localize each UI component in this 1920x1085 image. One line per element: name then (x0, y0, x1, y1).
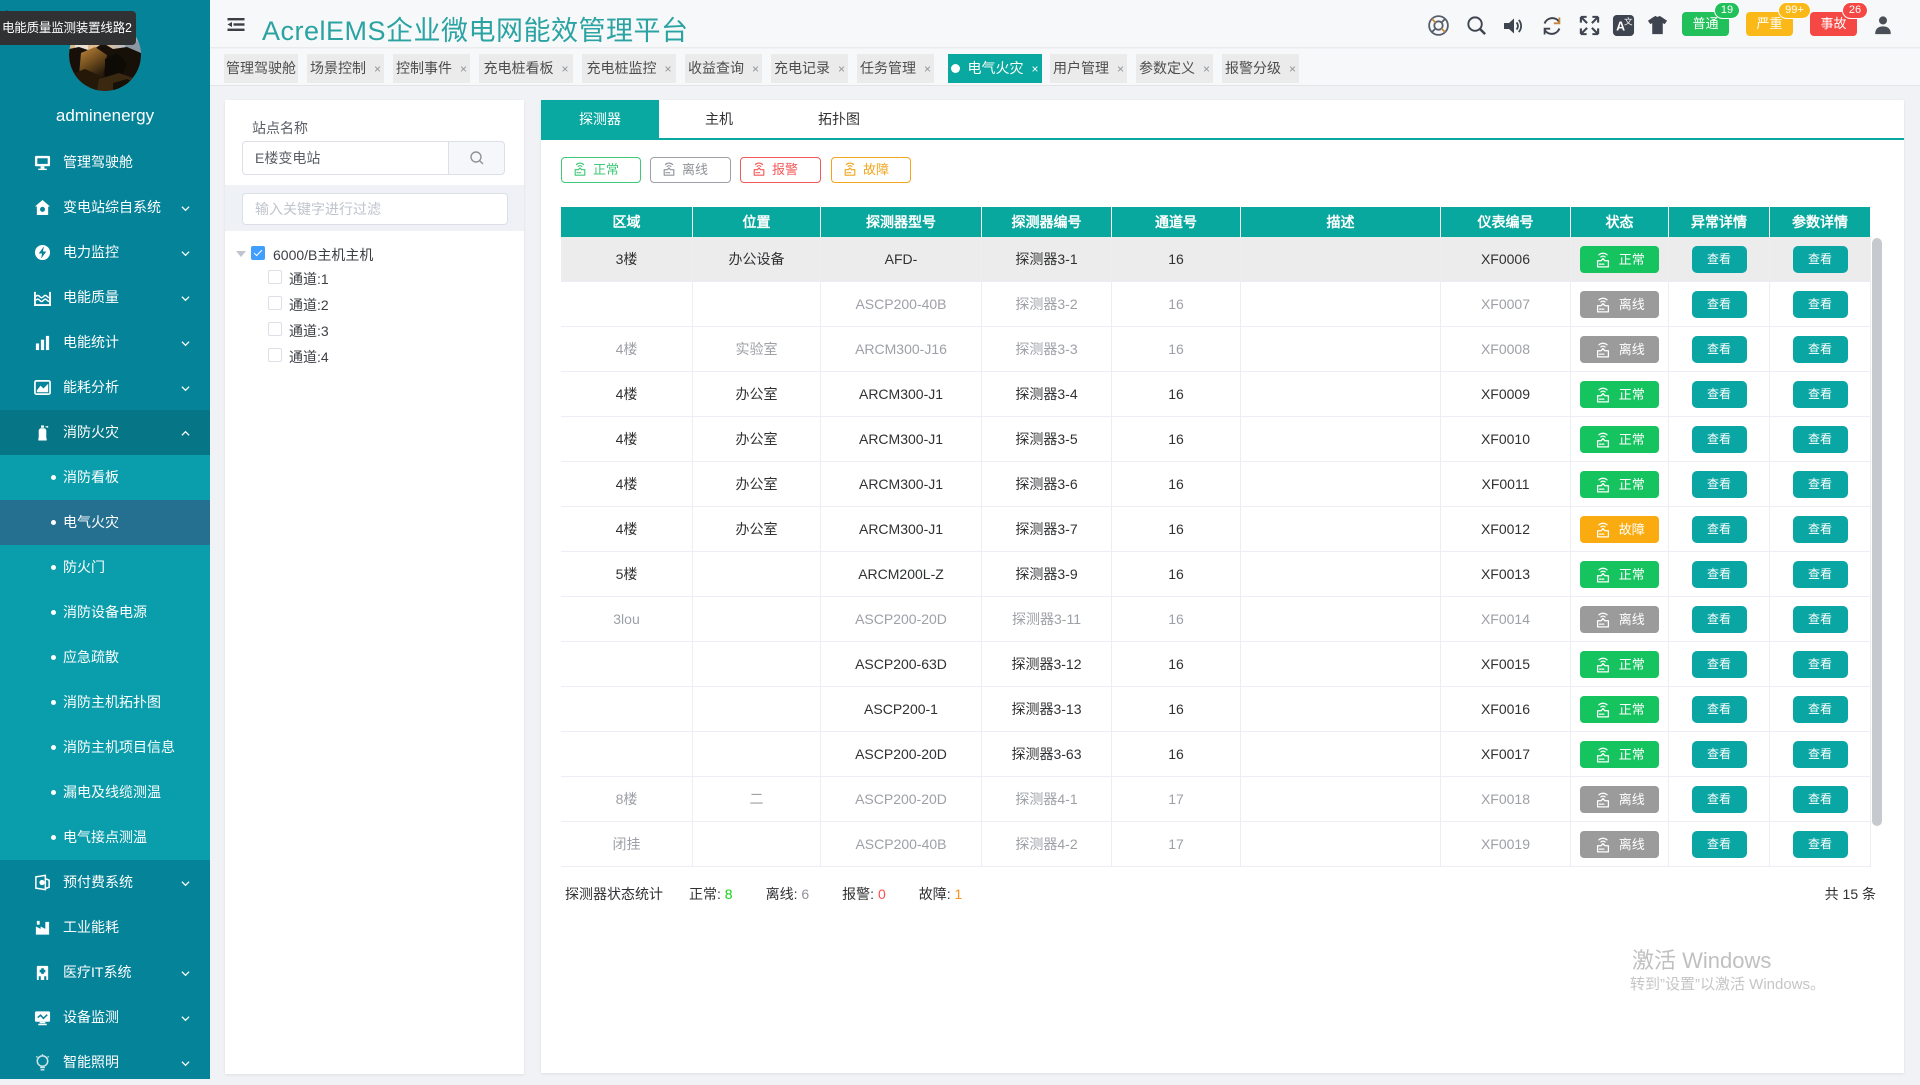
svg-text:文: 文 (1624, 16, 1633, 27)
